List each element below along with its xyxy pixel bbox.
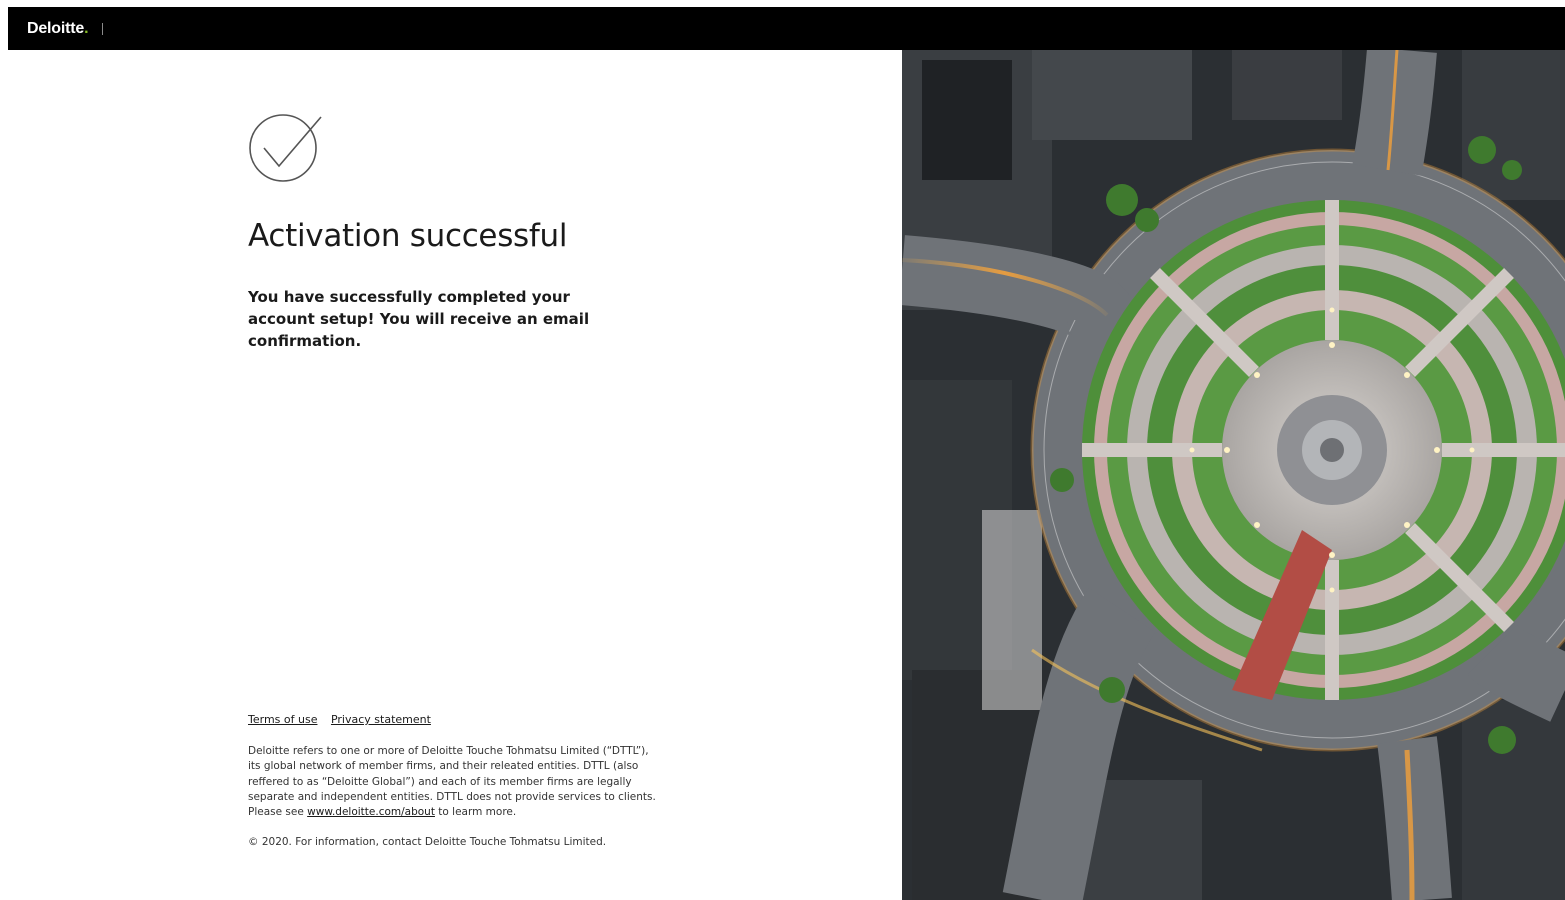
top-strip xyxy=(0,0,1565,7)
logo-text: Deloitte xyxy=(27,19,85,37)
deloitte-logo[interactable]: Deloitte. xyxy=(27,19,89,38)
disclaimer-suffix: to learm more. xyxy=(434,806,517,819)
aerial-roundabout-photo xyxy=(902,50,1565,900)
hero-image xyxy=(902,50,1565,900)
success-message: You have successfully completed your acc… xyxy=(248,288,590,350)
logo-dot: . xyxy=(84,19,89,37)
check-circle-icon xyxy=(249,114,322,182)
legal-disclaimer: Deloitte refers to one or more of Deloit… xyxy=(248,744,658,820)
page-title: Activation successful xyxy=(248,218,568,254)
left-edge xyxy=(0,7,8,900)
footer-links: Terms of use Privacy statement xyxy=(248,713,441,726)
terms-of-use-link[interactable]: Terms of use xyxy=(248,713,317,726)
deloitte-about-link[interactable]: www.deloitte.com/about xyxy=(307,806,435,818)
top-header: Deloitte. xyxy=(8,7,1565,50)
main-panel: Activation successful You have successfu… xyxy=(8,50,902,900)
copyright-notice: © 2020. For information, contact Deloitt… xyxy=(248,836,607,848)
header-divider xyxy=(102,22,104,35)
privacy-statement-link[interactable]: Privacy statement xyxy=(331,713,431,726)
